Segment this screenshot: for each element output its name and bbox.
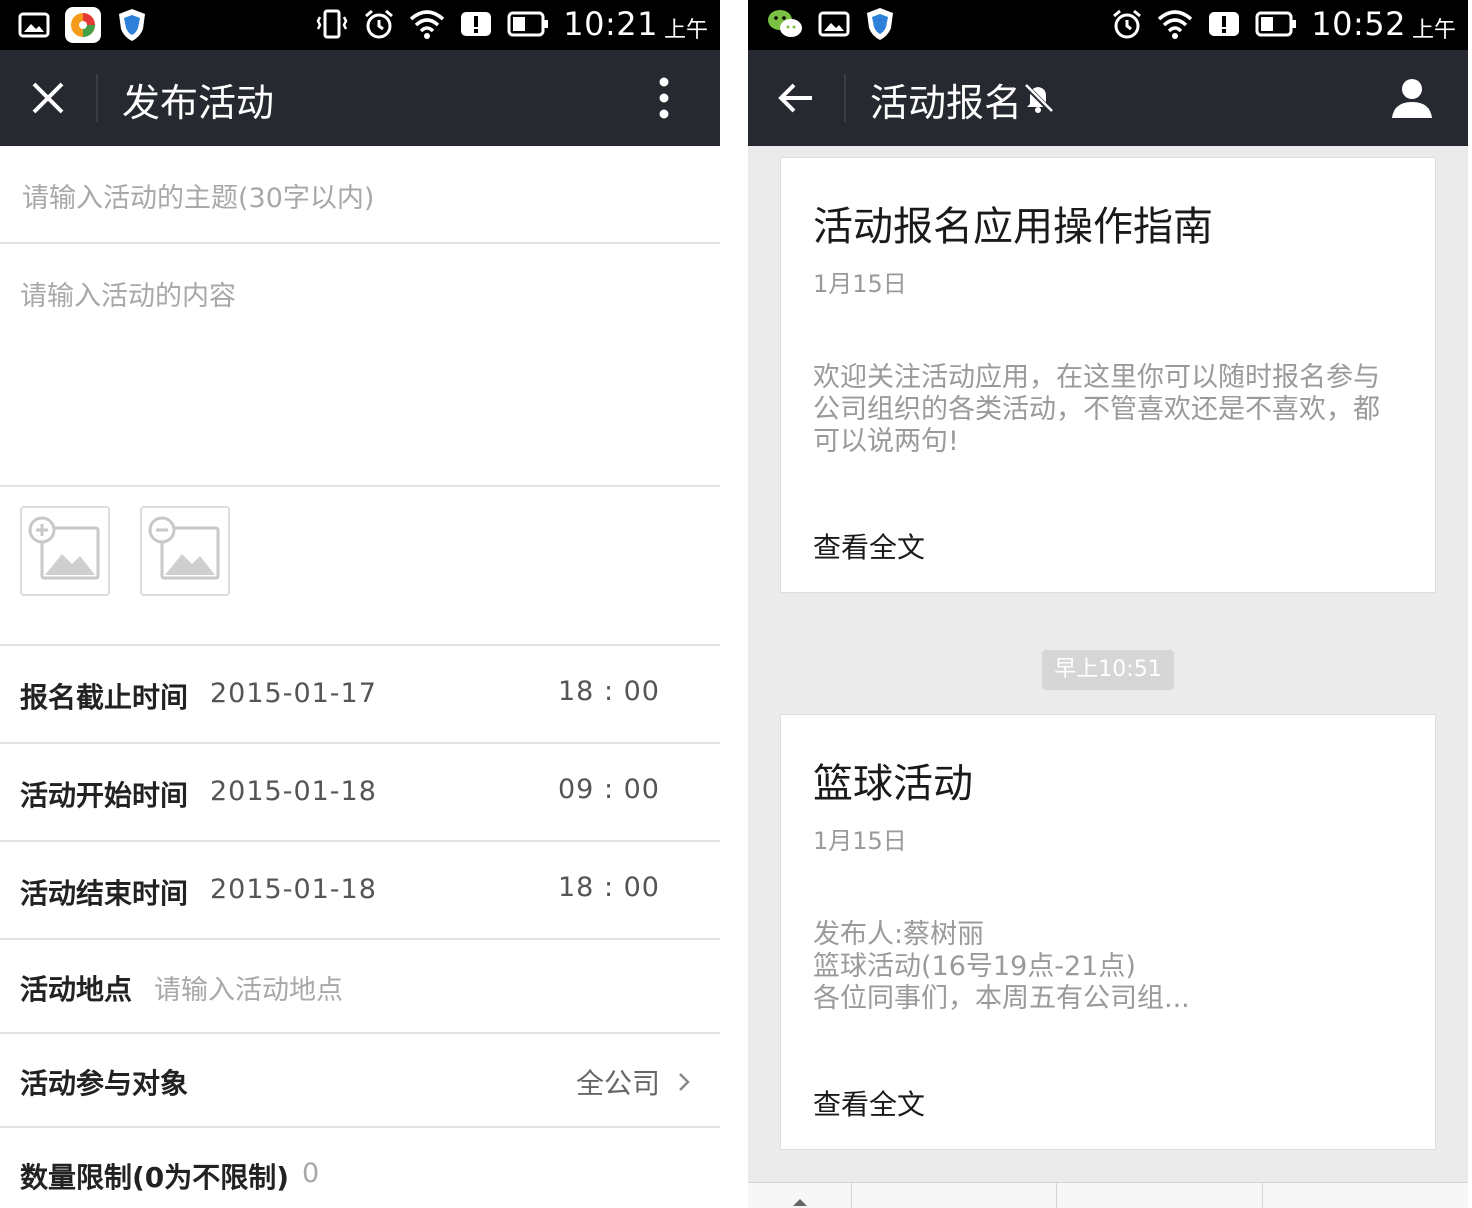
location-row: 活动地点 请输入活动地点: [0, 940, 720, 1034]
page-title: 发布活动: [122, 81, 275, 125]
more-vertical-icon: [659, 77, 669, 119]
card-description-line: 发布人:蔡树丽: [813, 919, 985, 950]
deadline-date[interactable]: 2015-01-17: [210, 678, 377, 709]
card-description-line: 欢迎关注活动应用，在这里你可以随时报名参与: [813, 362, 1380, 393]
deadline-time[interactable]: 18 : 00: [558, 676, 660, 707]
wechat-icon: [768, 10, 802, 37]
end-label: 活动结束时间: [20, 877, 189, 910]
subject-row: 请输入活动的主题(30字以内): [0, 146, 720, 244]
alert-icon: [1209, 12, 1240, 36]
back-button[interactable]: [770, 72, 822, 124]
limit-label: 数量限制(0为不限制): [20, 1161, 290, 1194]
start-time[interactable]: 09 : 00: [558, 774, 660, 805]
menu-tab-2[interactable]: [1057, 1183, 1263, 1208]
alarm-icon: [1113, 9, 1142, 39]
wifi-icon: [410, 10, 445, 39]
alert-icon: [461, 12, 492, 36]
start-row[interactable]: 活动开始时间 2015-01-18 09 : 00: [0, 744, 720, 842]
caret-up-icon: [793, 1199, 807, 1206]
back-arrow-icon: [778, 83, 812, 113]
menu-tab-1[interactable]: [852, 1183, 1057, 1208]
card-description: 发布人:蔡树丽 篮球活动(16号19点-21点) 各位同事们，本周五有公司组..…: [813, 919, 1413, 1015]
status-time: 10:52: [1311, 5, 1406, 43]
alarm-icon: [365, 9, 394, 39]
location-label: 活动地点: [20, 973, 133, 1006]
battery-icon: [1255, 11, 1297, 37]
read-more-link[interactable]: 查看全文: [813, 526, 925, 566]
end-date[interactable]: 2015-01-18: [210, 874, 377, 905]
chevron-right-icon: [679, 1073, 690, 1091]
deadline-label: 报名截止时间: [20, 681, 189, 714]
gallery-icon: [818, 11, 850, 37]
bottom-menu-bar: [748, 1182, 1468, 1208]
content-row: 请输入活动的内容: [0, 244, 720, 487]
limit-row: 数量限制(0为不限制) 0: [0, 1128, 720, 1208]
subject-input[interactable]: 请输入活动的主题(30字以内): [22, 176, 374, 215]
card-description-line: 可以说两句!: [813, 426, 959, 457]
status-time: 10:21: [563, 5, 658, 43]
start-date[interactable]: 2015-01-18: [210, 776, 377, 807]
status-bar: 10:52 上午: [748, 0, 1468, 50]
start-label: 活动开始时间: [20, 779, 189, 812]
card-title: 活动报名应用操作指南: [813, 204, 1213, 250]
app-icon: [65, 7, 101, 43]
gallery-icon: [18, 12, 50, 38]
status-ampm: 上午: [1411, 18, 1456, 43]
audience-label: 活动参与对象: [20, 1067, 189, 1100]
close-icon: [32, 82, 64, 114]
screen-gap: [720, 0, 748, 1208]
limit-input[interactable]: 0: [302, 1158, 319, 1189]
status-bar: 10:21 上午: [0, 0, 720, 50]
title-bar: 活动报名: [748, 50, 1468, 146]
card-description-line: 各位同事们，本周五有公司组...: [813, 983, 1190, 1014]
audience-value: 全公司: [576, 1067, 661, 1100]
close-button[interactable]: [22, 72, 74, 124]
title-separator: [844, 74, 846, 122]
card-date: 1月15日: [813, 270, 907, 298]
title-separator: [96, 74, 98, 122]
deadline-row[interactable]: 报名截止时间 2015-01-17 18 : 00: [0, 646, 720, 744]
more-button[interactable]: [638, 72, 690, 124]
title-bar: 发布活动: [0, 50, 720, 146]
person-icon: [1392, 79, 1432, 118]
read-more-link[interactable]: 查看全文: [813, 1083, 925, 1123]
card-date: 1月15日: [813, 827, 907, 855]
profile-button[interactable]: [1386, 72, 1438, 124]
article-card[interactable]: 篮球活动 1月15日 发布人:蔡树丽 篮球活动(16号19点-21点) 各位同事…: [780, 714, 1436, 1150]
status-ampm: 上午: [663, 18, 708, 43]
card-description: 欢迎关注活动应用，在这里你可以随时报名参与 公司组织的各类活动，不管喜欢还是不喜…: [813, 362, 1413, 458]
wifi-icon: [1158, 10, 1193, 39]
keyboard-toggle[interactable]: [748, 1183, 852, 1208]
vibrate-icon: [316, 9, 348, 39]
location-input[interactable]: 请输入活动地点: [154, 968, 343, 1007]
page-title: 活动报名: [870, 81, 1023, 125]
content-input[interactable]: 请输入活动的内容: [20, 274, 236, 313]
end-row[interactable]: 活动结束时间 2015-01-18 18 : 00: [0, 842, 720, 940]
article-card[interactable]: 活动报名应用操作指南 1月15日 欢迎关注活动应用，在这里你可以随时报名参与 公…: [780, 157, 1436, 593]
image-row: [0, 487, 720, 646]
shield-icon: [867, 8, 893, 40]
audience-row[interactable]: 活动参与对象 全公司: [0, 1034, 720, 1128]
end-time[interactable]: 18 : 00: [558, 872, 660, 903]
menu-tab-3[interactable]: [1263, 1183, 1468, 1208]
publish-activity-screen: 10:21 上午 发布活动 请输入活动的主题(30字以内) 请输入活动的内容 报…: [0, 0, 720, 1208]
mute-icon: [1023, 83, 1053, 113]
card-title: 篮球活动: [813, 761, 973, 807]
card-description-line: 篮球活动(16号19点-21点): [813, 951, 1136, 982]
activity-signup-screen: 10:52 上午 活动报名 活动报名应用操作指南 1月15日 欢迎关注活动应用，…: [748, 0, 1468, 1208]
battery-icon: [507, 11, 549, 37]
message-time: 早上10:51: [1042, 650, 1174, 690]
card-description-line: 公司组织的各类活动，不管喜欢还是不喜欢，都: [813, 394, 1380, 425]
shield-icon: [119, 9, 145, 41]
